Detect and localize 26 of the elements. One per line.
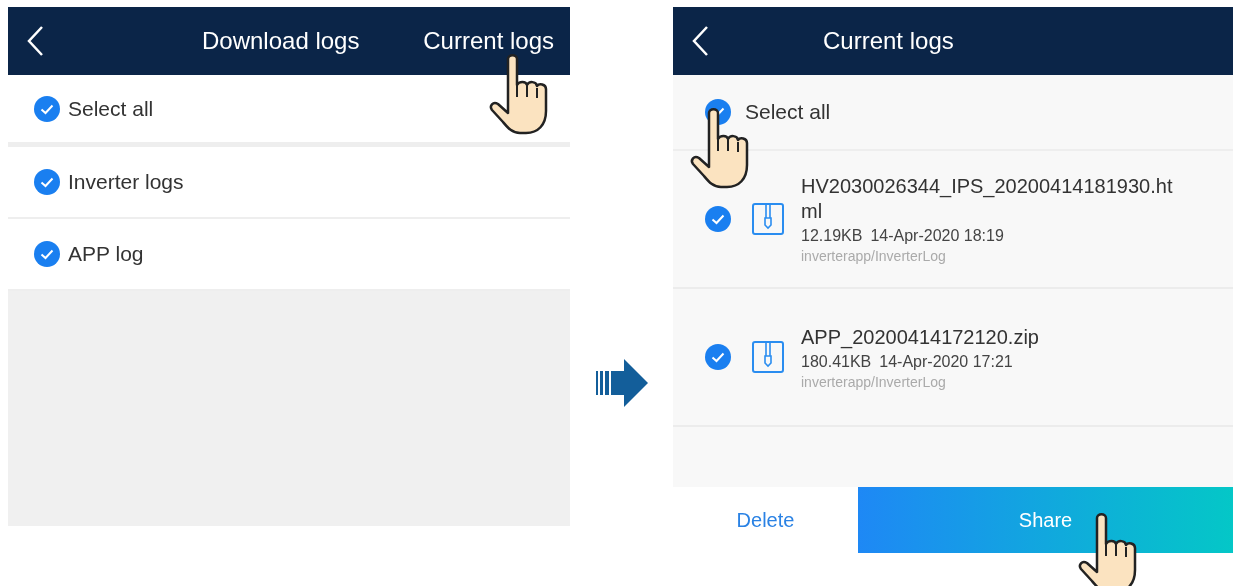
back-icon[interactable] — [691, 25, 709, 57]
log-type-label: Inverter logs — [68, 170, 184, 194]
file-size: 12.19KB — [801, 227, 863, 245]
current-logs-link[interactable]: Current logs — [423, 27, 554, 55]
checkbox[interactable] — [705, 206, 731, 232]
file-path: inverterapp/InverterLog — [801, 248, 947, 264]
file-date: 14-Apr-2020 18:19 — [870, 227, 1004, 245]
share-button[interactable]: Share — [858, 487, 1233, 553]
checkbox[interactable] — [705, 344, 731, 370]
zip-file-icon — [751, 340, 785, 374]
back-icon[interactable] — [26, 25, 44, 57]
select-all-label: Select all — [745, 100, 831, 124]
log-type-label: APP log — [68, 242, 144, 266]
screen-title: Download logs — [202, 27, 360, 55]
file-name: APP_20200414172120.zip — [801, 324, 1040, 350]
checkbox[interactable] — [34, 241, 60, 267]
select-all-label: Select all — [68, 96, 154, 121]
screen-title: Current logs — [823, 27, 954, 55]
checkbox[interactable] — [34, 95, 60, 122]
file-path: inverterapp/InverterLog — [801, 373, 947, 390]
file-name: HV2030026344_IPS_20200414181930.html — [801, 174, 1174, 224]
zip-file-icon — [751, 202, 785, 236]
checkbox[interactable] — [34, 169, 60, 195]
right-arrow-icon — [595, 357, 648, 409]
file-date: 14-Apr-2020 17:21 — [879, 352, 1013, 371]
file-size: 180.41KB — [801, 352, 872, 371]
